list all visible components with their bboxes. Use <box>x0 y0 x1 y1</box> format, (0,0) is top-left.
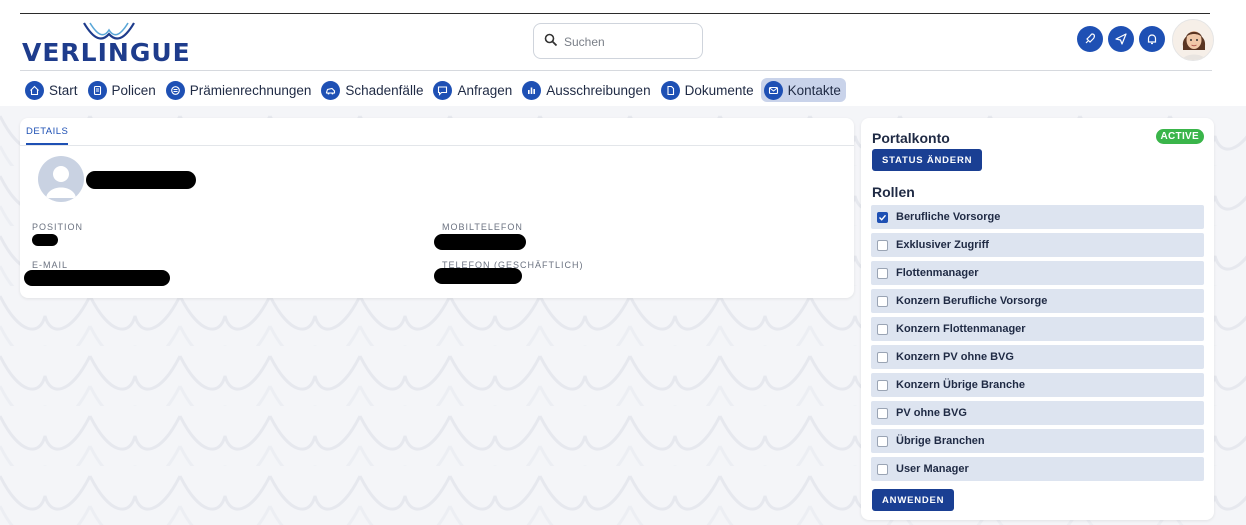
role-label: Konzern Übrige Branche <box>896 379 1025 391</box>
apply-button[interactable]: ANWENDEN <box>872 489 955 511</box>
logo-text: VERLINGUE <box>22 38 191 67</box>
user-avatar[interactable] <box>1172 19 1214 61</box>
header-divider <box>20 70 1212 71</box>
user-avatar-icon <box>1173 20 1213 60</box>
settings-button[interactable] <box>1077 26 1103 52</box>
checkbox[interactable] <box>877 407 888 419</box>
nav-item-dokumente[interactable]: Dokumente <box>658 78 759 102</box>
nav-item-ausschreibungen[interactable]: Ausschreibungen <box>519 78 655 102</box>
nav-label: Start <box>49 82 78 98</box>
checkbox[interactable] <box>877 379 888 391</box>
role-label: Konzern Flottenmanager <box>896 323 1026 335</box>
nav-item-start[interactable]: Start <box>22 78 83 102</box>
nav-label: Kontakte <box>787 82 841 98</box>
nav-item-anfragen[interactable]: Anfragen <box>430 78 517 102</box>
role-label: User Manager <box>896 463 969 475</box>
checkbox[interactable] <box>877 267 888 279</box>
nav-label: Policen <box>111 82 156 98</box>
check-icon <box>879 214 887 221</box>
portal-account-title: Portalkonto <box>872 130 950 146</box>
nav-label: Anfragen <box>457 82 513 98</box>
rocket-icon <box>1085 33 1095 44</box>
send-button[interactable] <box>1108 26 1134 52</box>
nav-item-schadenfaelle[interactable]: Schadenfälle <box>318 78 428 102</box>
search-icon <box>544 33 558 47</box>
role-label: Berufliche Vorsorge <box>896 211 1001 223</box>
role-item-konzern-berufliche-vorsorge[interactable]: Konzern Berufliche Vorsorge <box>871 289 1204 313</box>
nav-label: Dokumente <box>684 82 754 98</box>
search-input[interactable] <box>564 32 694 52</box>
main-nav: Start Policen Prämienrechnungen Schadenf… <box>22 78 848 102</box>
change-status-button[interactable]: STATUS ÄNDERN <box>872 149 983 171</box>
role-item-konzern-uebrige-branche[interactable]: Konzern Übrige Branche <box>871 373 1204 397</box>
role-item-exklusiver-zugriff[interactable]: Exklusiver Zugriff <box>871 233 1204 257</box>
checkbox[interactable] <box>877 239 888 251</box>
card-divider <box>20 145 854 146</box>
redacted-email <box>24 270 170 286</box>
redacted-position <box>32 234 58 246</box>
contact-avatar <box>38 156 84 202</box>
checkbox[interactable] <box>877 323 888 335</box>
nav-item-praemienrechnungen[interactable]: Prämienrechnungen <box>163 78 317 102</box>
redacted-phone <box>434 268 522 284</box>
redacted-mobile <box>434 234 526 250</box>
nav-item-kontakte[interactable]: Kontakte <box>760 78 846 102</box>
document-icon <box>87 80 107 100</box>
checkbox[interactable] <box>877 463 888 475</box>
bell-icon <box>1147 34 1157 45</box>
nav-label: Ausschreibungen <box>546 82 651 98</box>
header: VERLINGUE <box>0 14 1246 72</box>
role-label: Exklusiver Zugriff <box>896 239 989 251</box>
role-label: Übrige Branchen <box>896 435 985 447</box>
roles-title: Rollen <box>872 184 915 200</box>
person-icon <box>46 166 76 198</box>
chat-icon <box>433 80 453 100</box>
role-item-konzern-pv-ohne-bvg[interactable]: Konzern PV ohne BVG <box>871 345 1204 369</box>
contact-details-card: DETAILS POSITION MOBILTELEFON E-MAIL TEL… <box>20 118 854 298</box>
nav-label: Prämienrechnungen <box>189 82 312 98</box>
role-item-flottenmanager[interactable]: Flottenmanager <box>871 261 1204 285</box>
checkbox[interactable] <box>877 435 888 447</box>
roles-list: Berufliche Vorsorge Exklusiver Zugriff F… <box>871 205 1204 485</box>
car-crash-icon <box>321 80 341 100</box>
send-icon <box>1115 33 1127 45</box>
portal-account-card: Portalkonto ACTIVE STATUS ÄNDERN Rollen … <box>861 118 1214 520</box>
tab-details[interactable]: DETAILS <box>26 126 69 145</box>
home-icon <box>25 80 44 100</box>
role-item-berufliche-vorsorge[interactable]: Berufliche Vorsorge <box>871 205 1204 229</box>
checkbox-checked[interactable] <box>877 211 888 223</box>
role-item-pv-ohne-bvg[interactable]: PV ohne BVG <box>871 401 1204 425</box>
mail-icon <box>763 80 783 100</box>
notifications-button[interactable] <box>1139 26 1165 52</box>
nav-item-policen[interactable]: Policen <box>85 78 161 102</box>
search-box[interactable] <box>533 23 703 59</box>
role-label: Flottenmanager <box>896 267 979 279</box>
role-item-user-manager[interactable]: User Manager <box>871 457 1204 481</box>
role-label: Konzern PV ohne BVG <box>896 351 1014 363</box>
brand-logo[interactable]: VERLINGUE <box>22 20 202 68</box>
bar-chart-icon <box>522 80 542 100</box>
label-email: E-MAIL <box>32 260 69 270</box>
label-mobile: MOBILTELEFON <box>442 222 523 232</box>
role-item-uebrige-branchen[interactable]: Übrige Branchen <box>871 429 1204 453</box>
role-label: PV ohne BVG <box>896 407 967 419</box>
nav-label: Schadenfälle <box>345 82 424 98</box>
checkbox[interactable] <box>877 351 888 363</box>
invoice-icon <box>165 80 185 100</box>
redacted-name <box>86 171 196 189</box>
file-icon <box>660 80 680 100</box>
status-badge: ACTIVE <box>1155 129 1204 144</box>
label-position: POSITION <box>32 222 84 232</box>
role-item-konzern-flottenmanager[interactable]: Konzern Flottenmanager <box>871 317 1204 341</box>
checkbox[interactable] <box>877 295 888 307</box>
role-label: Konzern Berufliche Vorsorge <box>896 295 1048 307</box>
